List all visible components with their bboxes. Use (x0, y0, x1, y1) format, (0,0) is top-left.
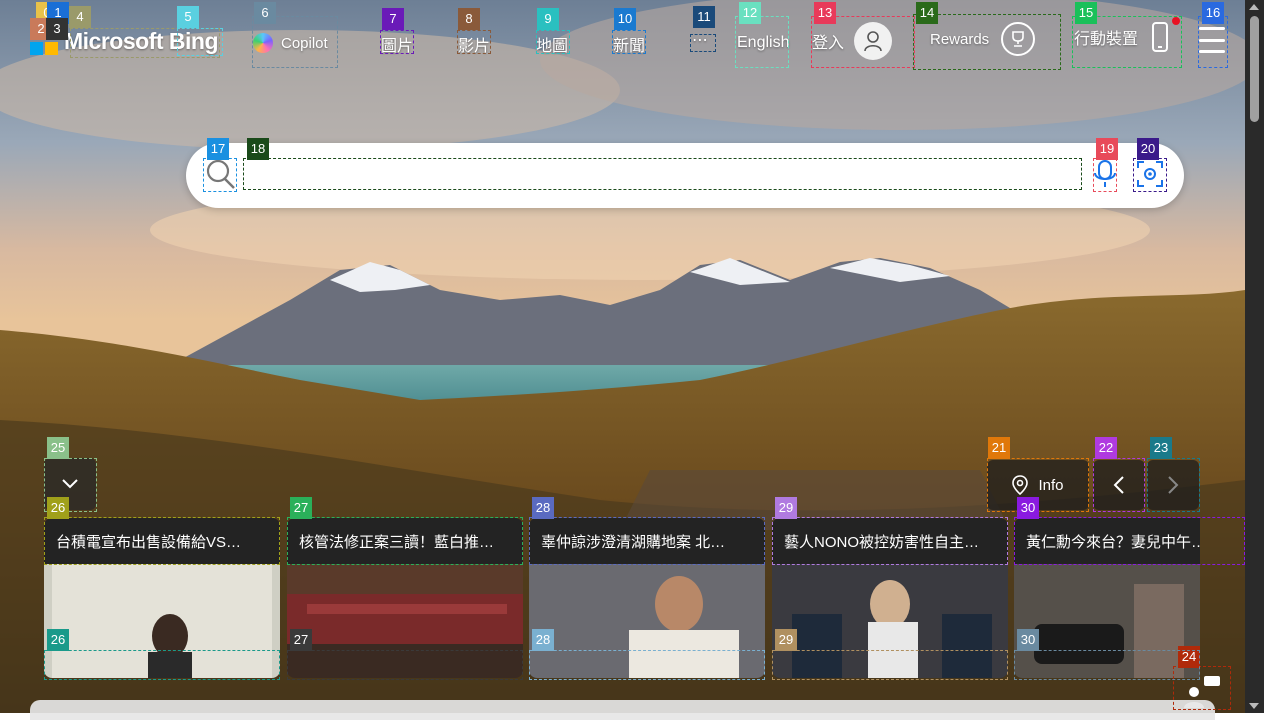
annotation-badge: 4 (69, 6, 91, 28)
annotation-badge: 6 (254, 2, 276, 24)
annotation-box (1014, 650, 1200, 680)
annotation-badge: 22 (1095, 437, 1117, 459)
annotation-box (457, 30, 491, 54)
annotation-badge: 13 (814, 2, 836, 24)
annotation-box (287, 650, 523, 680)
annotation-badge: 17 (207, 138, 229, 160)
annotation-box (243, 158, 1082, 190)
annotation-box (203, 158, 237, 192)
annotation-badge: 23 (1150, 437, 1172, 459)
annotation-badge: 29 (775, 497, 797, 519)
annotation-box (380, 30, 414, 54)
annotation-badge: 16 (1202, 2, 1224, 24)
annotation-badge: 20 (1137, 138, 1159, 160)
annotation-badge: 5 (177, 6, 199, 28)
annotation-box (287, 517, 523, 565)
annotation-box (612, 30, 646, 54)
annotation-badge: 7 (382, 8, 404, 30)
annotation-badge: 26 (47, 497, 69, 519)
annotation-badge: 21 (988, 437, 1010, 459)
annotation-box (1093, 158, 1117, 192)
annotation-badge: 30 (1017, 629, 1039, 651)
annotation-badge: 18 (247, 138, 269, 160)
annotation-badge: 10 (614, 8, 636, 30)
annotation-badge: 30 (1017, 497, 1039, 519)
annotation-badge: 12 (739, 2, 761, 24)
annotation-box (177, 28, 223, 56)
annotation-badge: 3 (46, 18, 68, 40)
annotation-badge: 27 (290, 497, 312, 519)
annotation-badge: 26 (47, 629, 69, 651)
annotation-badge: 19 (1096, 138, 1118, 160)
annotation-badge: 27 (290, 629, 312, 651)
scrollbar-thumb[interactable] (1250, 16, 1259, 122)
annotation-badge: 9 (537, 8, 559, 30)
scroll-down-arrow-icon[interactable] (1249, 703, 1259, 709)
annotation-box (44, 517, 280, 565)
scroll-up-arrow-icon[interactable] (1249, 4, 1259, 10)
annotation-box (1014, 517, 1245, 565)
annotation-badge: 28 (532, 629, 554, 651)
annotation-box (1147, 458, 1200, 512)
annotation-box (529, 517, 765, 565)
annotation-badge: 25 (47, 437, 69, 459)
annotation-box (1133, 158, 1167, 192)
annotation-badge: 14 (916, 2, 938, 24)
annotation-box (772, 517, 1008, 565)
annotation-box (690, 34, 716, 52)
annotation-box (529, 650, 765, 680)
annotation-box (536, 30, 570, 54)
annotation-badge: 29 (775, 629, 797, 651)
annotation-badge: 8 (458, 8, 480, 30)
annotation-badge: 28 (532, 497, 554, 519)
annotation-box (772, 650, 1008, 680)
feed-panel-edge (30, 700, 1215, 720)
annotation-box (1093, 458, 1145, 512)
page-scrollbar[interactable] (1245, 0, 1264, 713)
annotation-box (44, 650, 280, 680)
annotation-badge: 11 (693, 6, 715, 28)
annotation-badge: 15 (1075, 2, 1097, 24)
